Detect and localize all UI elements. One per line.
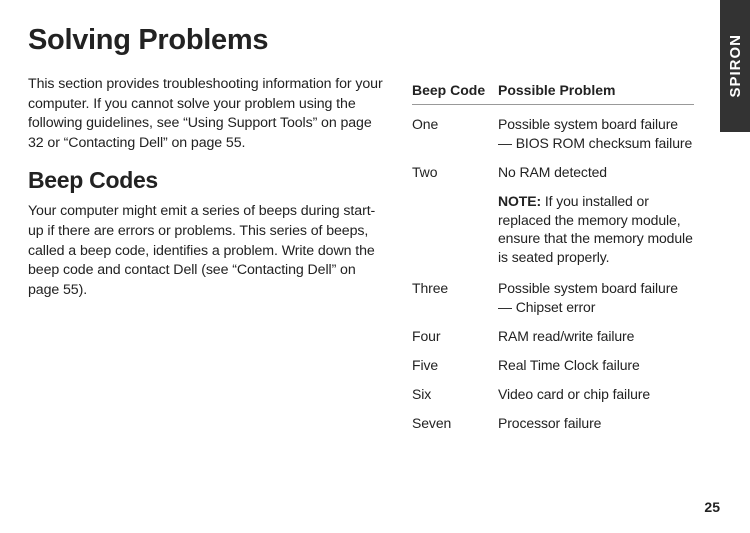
table-row: Seven Processor failure <box>412 414 694 433</box>
cell-note: NOTE: If you installed or replaced the m… <box>498 192 694 268</box>
table-row: Three Possible system board failure — Ch… <box>412 279 694 317</box>
intro-paragraph: This section provides troubleshooting in… <box>28 75 388 153</box>
table-row: Two No RAM detected <box>412 163 694 182</box>
table-row: One Possible system board failure — BIOS… <box>412 115 694 153</box>
cell-problem: Possible system board failure — BIOS ROM… <box>498 115 694 153</box>
right-column: Beep Code Possible Problem One Possible … <box>412 24 710 443</box>
cell-code: Six <box>412 385 498 404</box>
page-content: Solving Problems This section provides t… <box>0 0 750 463</box>
cell-problem: Processor failure <box>498 414 694 433</box>
cell-code: Four <box>412 327 498 346</box>
header-beep-code: Beep Code <box>412 82 498 98</box>
header-possible-problem: Possible Problem <box>498 82 694 98</box>
cell-code: One <box>412 115 498 153</box>
cell-problem: No RAM detected <box>498 163 694 182</box>
cell-code: Seven <box>412 414 498 433</box>
table-header-row: Beep Code Possible Problem <box>412 82 694 105</box>
left-column: Solving Problems This section provides t… <box>28 24 388 443</box>
side-tab-label: SPIRON <box>727 34 744 98</box>
page-number: 25 <box>704 499 720 515</box>
table-row-note: NOTE: If you installed or replaced the m… <box>412 192 694 268</box>
table-row: Six Video card or chip failure <box>412 385 694 404</box>
cell-code-empty <box>412 192 498 268</box>
cell-code: Five <box>412 356 498 375</box>
cell-problem: RAM read/write failure <box>498 327 694 346</box>
cell-problem: Real Time Clock failure <box>498 356 694 375</box>
note-label: NOTE: <box>498 193 541 209</box>
side-tab: SPIRON <box>720 0 750 132</box>
table-row: Four RAM read/write failure <box>412 327 694 346</box>
subheading-beep-codes: Beep Codes <box>28 167 388 194</box>
cell-problem: Video card or chip failure <box>498 385 694 404</box>
cell-problem: Possible system board failure — Chipset … <box>498 279 694 317</box>
cell-code: Three <box>412 279 498 317</box>
beep-intro-paragraph: Your computer might emit a series of bee… <box>28 202 388 300</box>
cell-code: Two <box>412 163 498 182</box>
page-title: Solving Problems <box>28 24 388 57</box>
table-row: Five Real Time Clock failure <box>412 356 694 375</box>
